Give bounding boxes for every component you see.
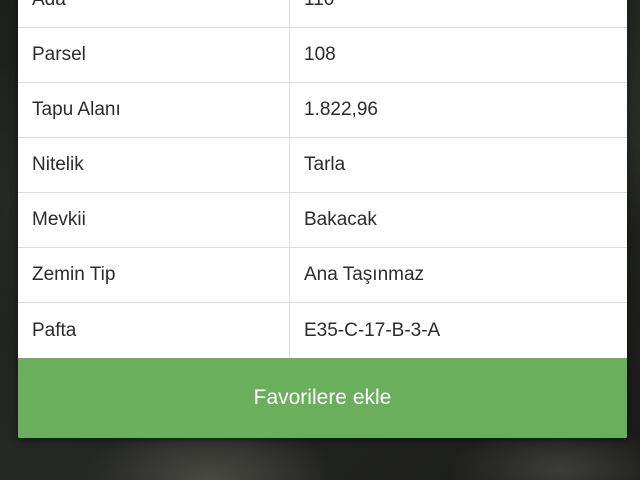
- row-value: 108: [304, 44, 336, 65]
- row-label: Nitelik: [18, 138, 290, 192]
- row-value: Ana Taşınmaz: [304, 264, 425, 285]
- row-value: 1.822,96: [304, 99, 378, 120]
- row-label: Ada: [18, 0, 290, 27]
- add-to-favorites-label: Favorilere ekle: [253, 386, 392, 409]
- parcel-info-table: Ada 110 Parsel 108 Tapu Alanı 1.822,96 N…: [18, 0, 627, 358]
- row-label: Pafta: [18, 303, 290, 358]
- table-row-pafta: Pafta E35-C-17-B-3-A: [18, 303, 627, 358]
- table-row-mevkii: Mevkii Bakacak: [18, 193, 627, 248]
- row-label: Parsel: [18, 28, 290, 82]
- row-label: Zemin Tip: [18, 248, 290, 302]
- parcel-info-panel: Ada 110 Parsel 108 Tapu Alanı 1.822,96 N…: [18, 0, 627, 438]
- row-value: 110: [290, 0, 627, 27]
- table-row-tapu-alani: Tapu Alanı 1.822,96: [18, 83, 627, 138]
- table-row-nitelik: Nitelik Tarla: [18, 138, 627, 193]
- row-value: Tarla: [304, 154, 346, 175]
- table-row-zemin-tip: Zemin Tip Ana Taşınmaz: [18, 248, 627, 303]
- table-row-ada: Ada 110: [18, 0, 627, 28]
- row-label: Tapu Alanı: [18, 83, 290, 137]
- table-row-parsel: Parsel 108: [18, 28, 627, 83]
- row-value: E35-C-17-B-3-A: [304, 319, 441, 341]
- row-label: Mevkii: [18, 193, 290, 247]
- add-to-favorites-button[interactable]: Favorilere ekle: [18, 358, 627, 438]
- row-value: Bakacak: [304, 209, 377, 230]
